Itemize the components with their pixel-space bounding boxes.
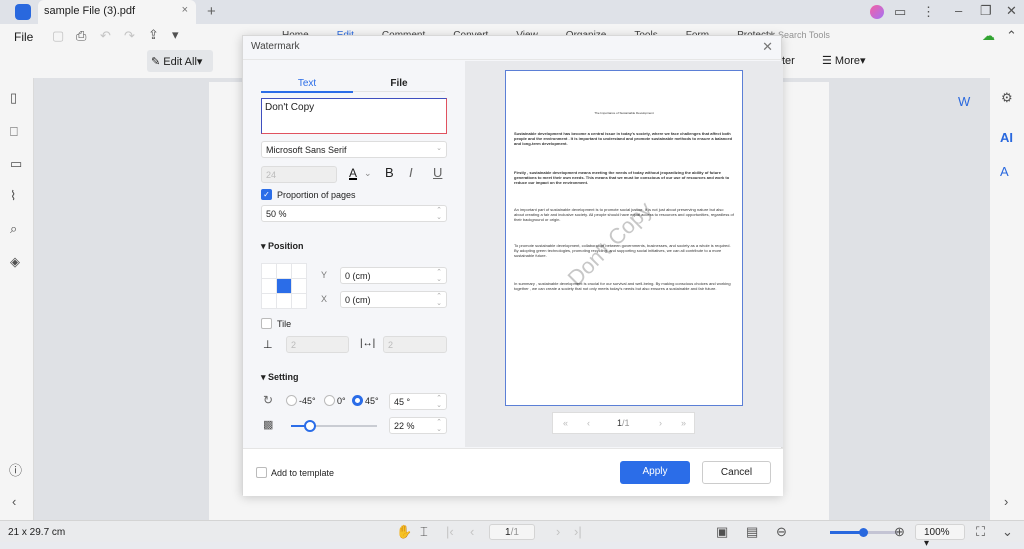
preview-title: The Importance of Sustainable Developmen… — [594, 111, 654, 115]
position-label: Position — [268, 241, 304, 251]
next-page-icon[interactable]: › — [659, 418, 662, 428]
font-color-icon[interactable]: A — [349, 166, 357, 180]
dialog-title: Watermark — [251, 41, 300, 52]
underline-icon[interactable]: U — [433, 165, 442, 180]
opacity-input[interactable]: 22 % ⌃ ⌄ — [389, 417, 447, 434]
prev-page-icon[interactable]: ‹ — [587, 418, 590, 428]
preview-page-indicator[interactable]: 1/1 — [617, 418, 630, 428]
font-value: Microsoft Sans Serif — [266, 145, 347, 155]
rotation-radio-neg45[interactable]: -45° — [286, 395, 316, 406]
rotation-label: 45° — [365, 395, 379, 406]
x-input[interactable]: 0 (cm) ⌃ ⌄ — [340, 291, 447, 308]
tile-vertical-input[interactable]: 2 — [286, 336, 349, 353]
opacity-value: 22 % — [394, 421, 415, 431]
preview-paragraph: In summary , sustainable development is … — [514, 281, 731, 291]
preview-pagination: « ‹ 1/1 › » — [552, 412, 695, 434]
font-select[interactable]: Microsoft Sans Serif ⌄ — [261, 141, 447, 158]
rotation-radio-45[interactable]: 45° — [352, 395, 379, 406]
rotation-label: -45° — [299, 395, 316, 406]
font-size-select[interactable]: 24 — [261, 166, 337, 183]
position-grid[interactable] — [261, 263, 307, 309]
cancel-button[interactable]: Cancel — [702, 461, 771, 484]
y-label: Y — [321, 270, 328, 280]
dialog-footer: Add to template Apply Cancel — [243, 448, 783, 496]
x-label: X — [321, 294, 328, 304]
preview-paragraph: Sustainable development has become a cen… — [514, 131, 733, 146]
horizontal-spacing-icon: |↔| — [360, 338, 376, 349]
x-value: 0 (cm) — [345, 295, 371, 305]
watermark-text-input[interactable]: Don't Copy — [261, 98, 447, 134]
preview-paragraph: Firstly , sustainable development means … — [514, 170, 730, 185]
rotation-radio-0[interactable]: 0° — [324, 395, 346, 406]
dialog-header: Watermark ✕ — [243, 36, 781, 60]
tile-horizontal-input[interactable]: 2 — [383, 336, 447, 353]
watermark-dialog: Watermark ✕ Text File Don't Copy Microsof… — [242, 35, 783, 496]
opacity-icon: ▩ — [263, 419, 274, 431]
opacity-slider[interactable] — [291, 420, 377, 432]
bold-icon[interactable]: B — [385, 165, 394, 180]
rotation-label: 0° — [337, 395, 346, 406]
tab-text[interactable]: Text — [261, 78, 353, 93]
tile-vertical-value: 2 — [291, 340, 297, 350]
opacity-slider-handle[interactable] — [303, 420, 316, 432]
proportion-value: 50 % — [266, 209, 287, 219]
tile-label: Tile — [277, 319, 292, 329]
position-section-header[interactable]: ▾ Position — [261, 241, 304, 252]
close-dialog-icon[interactable]: ✕ — [762, 39, 773, 55]
apply-button[interactable]: Apply — [620, 461, 690, 484]
last-page-icon[interactable]: » — [681, 418, 686, 428]
tab-file[interactable]: File — [353, 78, 445, 92]
setting-section-header[interactable]: ▾ Setting — [261, 372, 299, 383]
rotate-icon: ↻ — [263, 393, 274, 407]
settings-panel: Text File Don't Copy Microsoft Sans Seri… — [243, 61, 465, 447]
proportion-input[interactable]: 50 % ⌃ ⌄ — [261, 205, 447, 222]
proportion-label: Proportion of pages — [277, 190, 356, 200]
chevron-down-icon[interactable]: ⌄ — [364, 168, 372, 179]
rotation-value: 45 ° — [394, 397, 411, 407]
first-page-icon[interactable]: « — [563, 418, 568, 428]
proportion-checkbox[interactable]: ✓ — [261, 189, 272, 200]
vertical-spacing-icon: ⊥ — [263, 339, 273, 351]
add-template-label: Add to template — [271, 468, 335, 478]
preview-page: The Importance of Sustainable Developmen… — [505, 70, 743, 406]
tile-checkbox[interactable] — [261, 318, 272, 329]
rotation-input[interactable]: 45 ° ⌃ ⌄ — [389, 393, 447, 410]
y-value: 0 (cm) — [345, 271, 371, 281]
font-size-value: 24 — [266, 170, 277, 180]
add-template-checkbox[interactable] — [256, 467, 267, 478]
italic-icon[interactable]: I — [409, 165, 413, 180]
setting-label: Setting — [268, 372, 299, 382]
preview-page-total: /1 — [622, 418, 630, 428]
y-input[interactable]: 0 (cm) ⌃ ⌄ — [340, 267, 447, 284]
tile-horizontal-value: 2 — [388, 340, 394, 350]
